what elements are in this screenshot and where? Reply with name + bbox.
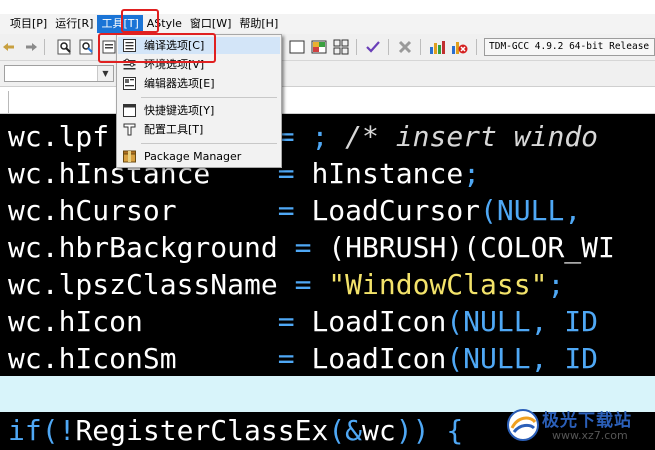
redo-icon[interactable]: [22, 38, 40, 56]
main-toolbar: TDM-GCC 4.9.2 64-bit Release: [0, 34, 655, 61]
code-line: if(!RegisterClassEx(&wc)) {: [8, 414, 464, 447]
code-line: wc.hIconSm = LoadIcon(NULL, ID: [8, 342, 599, 375]
code-line: wc.hIcon = LoadIcon(NULL, ID: [8, 305, 599, 338]
shortcut-options-icon: [123, 104, 136, 117]
toolbar-separator: [476, 39, 477, 55]
menu-project[interactable]: 项目[P]: [6, 15, 51, 33]
menu-item-editor-options[interactable]: 编辑器选项[E]: [118, 75, 280, 92]
menu-tools[interactable]: 工具[T]: [97, 15, 143, 33]
watermark-name: 极光下载站: [542, 411, 632, 431]
tools-dropdown-menu: 编译选项[C] 环境选项[V] 编辑器选项[E] 快捷键选项[Y] 配置工具[T…: [116, 34, 282, 168]
configure-tools-icon: [123, 123, 136, 136]
menu-astyle[interactable]: AStyle: [143, 15, 186, 33]
menu-item-label: 快捷键选项[Y]: [144, 104, 215, 117]
environment-options-icon: [123, 58, 136, 71]
profile-delete-icon[interactable]: [450, 38, 468, 56]
editor-tab-strip: [0, 87, 655, 114]
tab-divider: [8, 91, 9, 113]
toolbar-separator: [388, 39, 389, 55]
window-top-strip: [0, 0, 655, 14]
toolbar-separator: [420, 39, 421, 55]
menu-item-label: 编译选项[C]: [144, 39, 205, 52]
compiler-select[interactable]: TDM-GCC 4.9.2 64-bit Release: [484, 38, 655, 56]
delete-icon[interactable]: [396, 38, 414, 56]
code-line: wc.lpf = ; /* insert windo: [8, 120, 599, 153]
toolbar-separator: [356, 39, 357, 55]
toolbar-separator: [44, 39, 45, 55]
menu-item-package-manager[interactable]: Package Manager: [118, 148, 280, 165]
window-icon[interactable]: [288, 38, 306, 56]
menu-separator: [141, 143, 277, 144]
editor-options-icon: [123, 77, 136, 90]
menu-item-label: Package Manager: [144, 150, 242, 163]
chart-icon[interactable]: [428, 38, 446, 56]
replace-icon[interactable]: [78, 38, 96, 56]
menu-run[interactable]: 运行[R]: [51, 15, 97, 33]
menu-bar: 项目[P] 运行[R] 工具[T] AStyle 窗口[W] 帮助[H]: [0, 14, 655, 34]
code-line: wc.hCursor = LoadCursor(NULL,: [8, 194, 582, 227]
code-line: wc.hbrBackground = (HBRUSH)(COLOR_WI: [8, 231, 615, 264]
watermark: 极光下载站 www.xz7.com: [500, 402, 655, 450]
watermark-url: www.xz7.com: [552, 429, 628, 442]
compiler-options-icon: [123, 39, 136, 52]
check-syntax-icon[interactable]: [364, 38, 382, 56]
class-browser-icon[interactable]: [310, 38, 328, 56]
menu-item-environment-options[interactable]: 环境选项[V]: [118, 56, 280, 73]
secondary-toolbar: ▼: [0, 61, 655, 87]
find-icon[interactable]: [56, 38, 74, 56]
code-line: wc.lpszClassName = "WindowClass";: [8, 268, 565, 301]
menu-item-shortcut-options[interactable]: 快捷键选项[Y]: [118, 102, 280, 119]
menu-item-label: 配置工具[T]: [144, 123, 204, 136]
package-manager-icon: [123, 150, 136, 163]
code-editor[interactable]: wc.lpf = ; /* insert windo wc.hInstance …: [0, 114, 655, 450]
menu-window[interactable]: 窗口[W]: [186, 15, 235, 33]
menu-item-compiler-options[interactable]: 编译选项[C]: [118, 37, 280, 54]
watermark-logo-icon: [507, 409, 539, 441]
menu-item-configure-tools[interactable]: 配置工具[T]: [118, 121, 280, 138]
grid-icon[interactable]: [332, 38, 350, 56]
undo-icon[interactable]: [0, 38, 18, 56]
chevron-down-icon[interactable]: ▼: [97, 66, 113, 81]
class-combo[interactable]: ▼: [4, 65, 114, 82]
menu-separator: [141, 97, 277, 98]
menu-item-label: 环境选项[V]: [144, 58, 205, 71]
menu-item-label: 编辑器选项[E]: [144, 77, 215, 90]
menu-help[interactable]: 帮助[H]: [235, 15, 282, 33]
